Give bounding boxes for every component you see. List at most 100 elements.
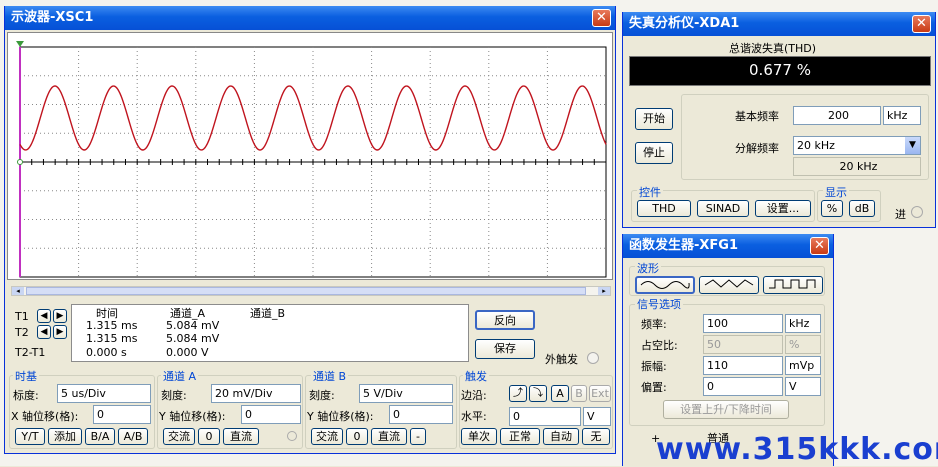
duty-cycle-unit: %	[785, 335, 821, 354]
rising-edge-icon[interactable]: ⤴	[509, 385, 527, 402]
save-button[interactable]: 保存	[475, 339, 535, 359]
frequency-unit[interactable]: kHz	[785, 314, 821, 333]
readout-t2-a: 5.084 mV	[166, 332, 220, 345]
resolution-freq-select[interactable]: 20 kHz ▼	[793, 136, 921, 155]
trigger-normal-button[interactable]: 正常	[500, 428, 540, 445]
db-display-button[interactable]: dB	[849, 200, 875, 217]
t1-right-arrow-icon[interactable]: ▶	[53, 309, 67, 323]
channel-b-ac-button[interactable]: 交流	[311, 428, 343, 445]
channel-a-scale-field[interactable]: 20 mV/Div	[211, 384, 301, 403]
channel-b-zero-button[interactable]: 0	[346, 428, 368, 445]
cursor-label-t1: T1	[15, 310, 29, 323]
readout-header-channel-b: 通道_B	[250, 307, 286, 320]
trigger-source-b-button[interactable]: B	[571, 385, 587, 402]
falling-edge-icon[interactable]: ⤵	[529, 385, 547, 402]
ab-mode-button[interactable]: A/B	[118, 428, 148, 445]
fundamental-freq-label: 基本频率	[735, 110, 779, 123]
fundamental-freq-field[interactable]: 200	[793, 106, 881, 125]
trigger-single-button[interactable]: 单次	[461, 428, 497, 445]
trigger-source-a-button[interactable]: A	[551, 385, 569, 402]
t1-left-arrow-icon[interactable]: ◀	[37, 309, 51, 323]
resolution-freq-value: 20 kHz	[797, 139, 835, 152]
sine-wave-glyph	[640, 281, 690, 289]
distortion-title: 失真分析仪-XDA1	[629, 16, 740, 31]
triangle-wave-icon[interactable]	[699, 276, 759, 294]
start-button[interactable]: 开始	[635, 108, 673, 130]
amplitude-field[interactable]: 110	[703, 356, 783, 375]
scroll-thumb[interactable]	[26, 287, 586, 295]
input-terminal-icon[interactable]	[911, 206, 923, 218]
channel-b-scale-label: 刻度:	[309, 389, 335, 402]
channel-a-zero-button[interactable]: 0	[198, 428, 220, 445]
scroll-right-icon[interactable]: ▸	[598, 287, 610, 295]
scope-display[interactable]	[8, 33, 612, 279]
trigger-level-unit[interactable]: V	[583, 407, 611, 426]
settings-button[interactable]: 设置...	[755, 200, 811, 217]
timebase-title: 时基	[13, 368, 39, 384]
amplitude-unit[interactable]: mVp	[785, 356, 821, 375]
trigger-source-ext-button[interactable]: Ext	[589, 385, 611, 402]
chevron-down-icon[interactable]: ▼	[905, 137, 920, 154]
trace-marker-icon	[17, 159, 23, 165]
yt-mode-button[interactable]: Y/T	[15, 428, 45, 445]
readout-diff-a: 0.000 V	[166, 346, 209, 359]
cursor-arrows: T1 T2 T2-T1 ◀ ▶ ◀ ▶	[9, 302, 69, 362]
ba-mode-button[interactable]: B/A	[85, 428, 115, 445]
readout-t1-a: 5.084 mV	[166, 319, 220, 332]
channel-a-terminal-icon[interactable]	[287, 431, 297, 441]
offset-unit[interactable]: V	[785, 377, 821, 396]
channel-b-ypos-label: Y 轴位移(格):	[307, 410, 374, 423]
channel-b-scale-field[interactable]: 5 V/Div	[359, 384, 453, 403]
x-position-label: X 轴位移(格):	[11, 410, 79, 423]
display-title: 显示	[823, 184, 849, 200]
add-mode-button[interactable]: 添加	[48, 428, 82, 445]
thd-title: 总谐波失真(THD)	[729, 42, 817, 55]
amplitude-label: 振幅:	[641, 360, 667, 373]
sine-wave-icon[interactable]	[635, 276, 695, 294]
oscilloscope-titlebar[interactable]: 示波器-XSC1 ✕	[5, 6, 615, 30]
reverse-button[interactable]: 反向	[475, 310, 535, 330]
scope-scrollbar[interactable]: ◂ ▸	[11, 286, 611, 296]
sinad-mode-button[interactable]: SINAD	[697, 200, 749, 217]
frequency-field[interactable]: 100	[703, 314, 783, 333]
t2-right-arrow-icon[interactable]: ▶	[53, 325, 67, 339]
trigger-auto-button[interactable]: 自动	[543, 428, 579, 445]
x-position-field[interactable]: 0	[93, 405, 151, 424]
close-icon[interactable]: ✕	[810, 237, 829, 255]
channel-b-dc-button[interactable]: 直流	[371, 428, 407, 445]
channel-a-ypos-field[interactable]: 0	[241, 405, 301, 424]
cursor-t1-handle-icon[interactable]	[16, 41, 24, 47]
percent-display-button[interactable]: %	[821, 200, 843, 217]
channel-b-ypos-field[interactable]: 0	[389, 405, 453, 424]
input-label: 进	[895, 208, 906, 221]
readout-diff-time: 0.000 s	[86, 346, 127, 359]
duty-cycle-label: 占空比:	[641, 339, 678, 352]
square-wave-icon[interactable]	[763, 276, 823, 294]
frequency-label: 频率:	[641, 318, 667, 331]
close-icon[interactable]: ✕	[912, 15, 931, 33]
channel-b-minus-button[interactable]: -	[410, 428, 426, 445]
resolution-freq-readout: 20 kHz	[793, 157, 921, 176]
t2-left-arrow-icon[interactable]: ◀	[37, 325, 51, 339]
watermark: www.315kkk.com	[656, 432, 938, 467]
timebase-scale-label: 标度:	[13, 389, 39, 402]
external-trigger-label: 外触发	[545, 353, 578, 366]
trigger-none-button[interactable]: 无	[582, 428, 610, 445]
thd-mode-button[interactable]: THD	[637, 200, 691, 217]
trigger-level-field[interactable]: 0	[509, 407, 581, 426]
function-generator-titlebar[interactable]: 函数发生器-XFG1 ✕	[623, 234, 833, 258]
offset-field[interactable]: 0	[703, 377, 783, 396]
channel-a-ac-button[interactable]: 交流	[163, 428, 195, 445]
external-trigger-terminal-icon[interactable]	[587, 352, 599, 364]
distortion-titlebar[interactable]: 失真分析仪-XDA1 ✕	[623, 12, 935, 36]
close-icon[interactable]: ✕	[592, 9, 611, 27]
resolution-freq-label: 分解频率	[735, 142, 779, 155]
channel-a-dc-button[interactable]: 直流	[223, 428, 259, 445]
offset-label: 偏置:	[641, 381, 667, 394]
timebase-scale-field[interactable]: 5 us/Div	[57, 384, 151, 403]
stop-button[interactable]: 停止	[635, 142, 673, 164]
scroll-left-icon[interactable]: ◂	[12, 287, 24, 295]
fundamental-freq-unit[interactable]: kHz	[883, 106, 921, 125]
readout-t1-time: 1.315 ms	[86, 319, 138, 332]
channel-a-scale-label: 刻度:	[161, 389, 187, 402]
